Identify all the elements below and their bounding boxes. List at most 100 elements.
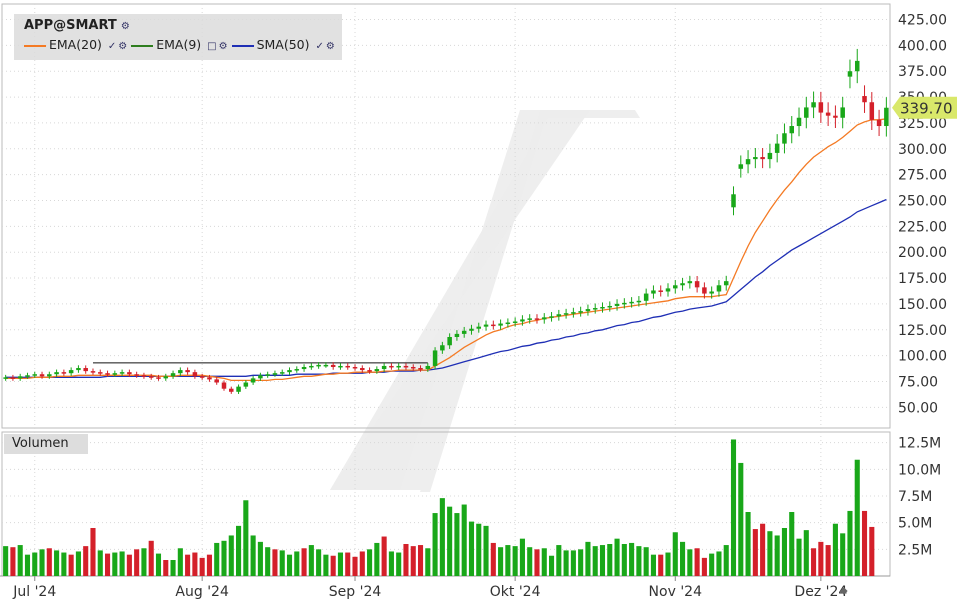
- check-icon[interactable]: ✓: [108, 41, 116, 52]
- y-tick-label: 50.00: [898, 400, 938, 416]
- settings-icon[interactable]: ⚙: [121, 21, 130, 32]
- candle-body: [709, 291, 714, 294]
- x-tick-label: Jul '24: [12, 584, 56, 600]
- volume-bar: [417, 545, 424, 576]
- candle-body: [512, 321, 518, 323]
- candle: [767, 143, 773, 169]
- checkbox-icon[interactable]: □: [207, 41, 216, 52]
- candle-body: [207, 377, 212, 380]
- volume-bar: [54, 550, 60, 576]
- candle: [61, 369, 67, 376]
- volume-bar: [527, 547, 533, 576]
- candle: [389, 363, 394, 370]
- candle-body: [796, 117, 802, 127]
- candle: [578, 306, 583, 317]
- candle-body: [818, 102, 824, 113]
- candle-body: [643, 293, 649, 301]
- candle-body: [17, 376, 23, 379]
- candle-body: [178, 370, 183, 374]
- candle-body: [243, 382, 249, 387]
- candle-body: [323, 364, 329, 367]
- volume-bar: [825, 545, 831, 576]
- x-tick-label: Nov '24: [649, 584, 703, 600]
- volume-bar: [840, 533, 846, 576]
- volume-bar: [512, 546, 518, 576]
- y-tick-label: 100.00: [898, 349, 947, 365]
- candle-body: [425, 365, 431, 370]
- volume-bar: [90, 528, 96, 576]
- price-chart[interactable]: 50.00 75.00 100.00 125.00 150.00 175.00 200.00…: [0, 0, 960, 600]
- volume-bar: [24, 554, 31, 576]
- candle: [141, 372, 147, 379]
- candle-body: [301, 366, 307, 370]
- volume-bar: [578, 549, 584, 576]
- x-tick-label: Aug '24: [175, 584, 229, 600]
- candle-body: [862, 96, 867, 103]
- volume-bar: [119, 551, 125, 576]
- volume-bar: [468, 521, 475, 576]
- volume-bar: [760, 523, 766, 576]
- candle: [607, 301, 613, 312]
- volume-bar: [636, 546, 642, 576]
- candle: [229, 386, 234, 394]
- volume-bar: [155, 553, 162, 576]
- candle-body: [185, 370, 190, 373]
- volume-bar: [367, 549, 373, 576]
- candle: [716, 280, 722, 297]
- volume-bar: [803, 530, 809, 576]
- ema20-swatch: [24, 44, 46, 47]
- volume-bar: [432, 513, 438, 576]
- chart-legend: APP@SMART ⚙ EMA(20) ✓ ⚙ EMA(9) □ ⚙ SMA(50)…: [14, 14, 342, 60]
- volume-bar: [687, 549, 693, 576]
- candle-body: [847, 71, 853, 77]
- candle: [76, 365, 81, 373]
- volume-bar: [308, 545, 314, 576]
- candle: [869, 92, 875, 131]
- y-tick-label: 375.00: [898, 64, 947, 80]
- volume-bar: [221, 540, 227, 576]
- candle-body: [163, 376, 169, 379]
- volume-bar: [272, 549, 278, 576]
- candle: [789, 116, 794, 144]
- settings-icon[interactable]: ⚙: [219, 41, 228, 52]
- candle-body: [76, 368, 81, 371]
- volume-bar: [352, 556, 358, 576]
- candle: [498, 319, 503, 330]
- volume-tick-label: 2.5M: [898, 542, 932, 558]
- chart-window: 50.00 75.00 100.00 125.00 150.00 175.00 200.00…: [0, 0, 960, 600]
- volume-bar: [585, 541, 591, 576]
- candle: [10, 374, 16, 381]
- volume-bar: [126, 554, 132, 576]
- candle: [265, 371, 270, 378]
- volume-bar: [323, 554, 329, 576]
- candle-body: [279, 372, 285, 374]
- volume-bar: [148, 540, 154, 576]
- candle-body: [673, 285, 678, 289]
- volume-tick-label: 12.5M: [898, 436, 941, 452]
- candle-body: [454, 333, 460, 337]
- volume-bar: [701, 557, 707, 576]
- check-icon[interactable]: ✓: [316, 41, 324, 52]
- candle: [483, 320, 489, 331]
- volume-bar: [548, 555, 555, 576]
- volume-bar: [228, 535, 234, 576]
- candle: [847, 59, 853, 89]
- settings-icon[interactable]: ⚙: [326, 41, 335, 52]
- candle-body: [68, 370, 74, 374]
- candle: [796, 107, 802, 137]
- candle-body: [156, 377, 161, 379]
- volume-bar: [680, 541, 686, 576]
- volume-bar: [83, 546, 89, 576]
- volume-bar: [381, 536, 387, 576]
- volume-bar: [643, 547, 649, 576]
- volume-bar: [345, 552, 351, 576]
- volume-bar: [454, 513, 460, 576]
- candle-body: [884, 107, 889, 127]
- settings-icon[interactable]: ⚙: [118, 41, 127, 52]
- candle-body: [10, 377, 16, 379]
- candle-body: [811, 102, 816, 108]
- candle-body: [148, 376, 154, 378]
- candle: [68, 367, 74, 376]
- volume-bar: [316, 549, 322, 576]
- volume-bar: [818, 541, 824, 576]
